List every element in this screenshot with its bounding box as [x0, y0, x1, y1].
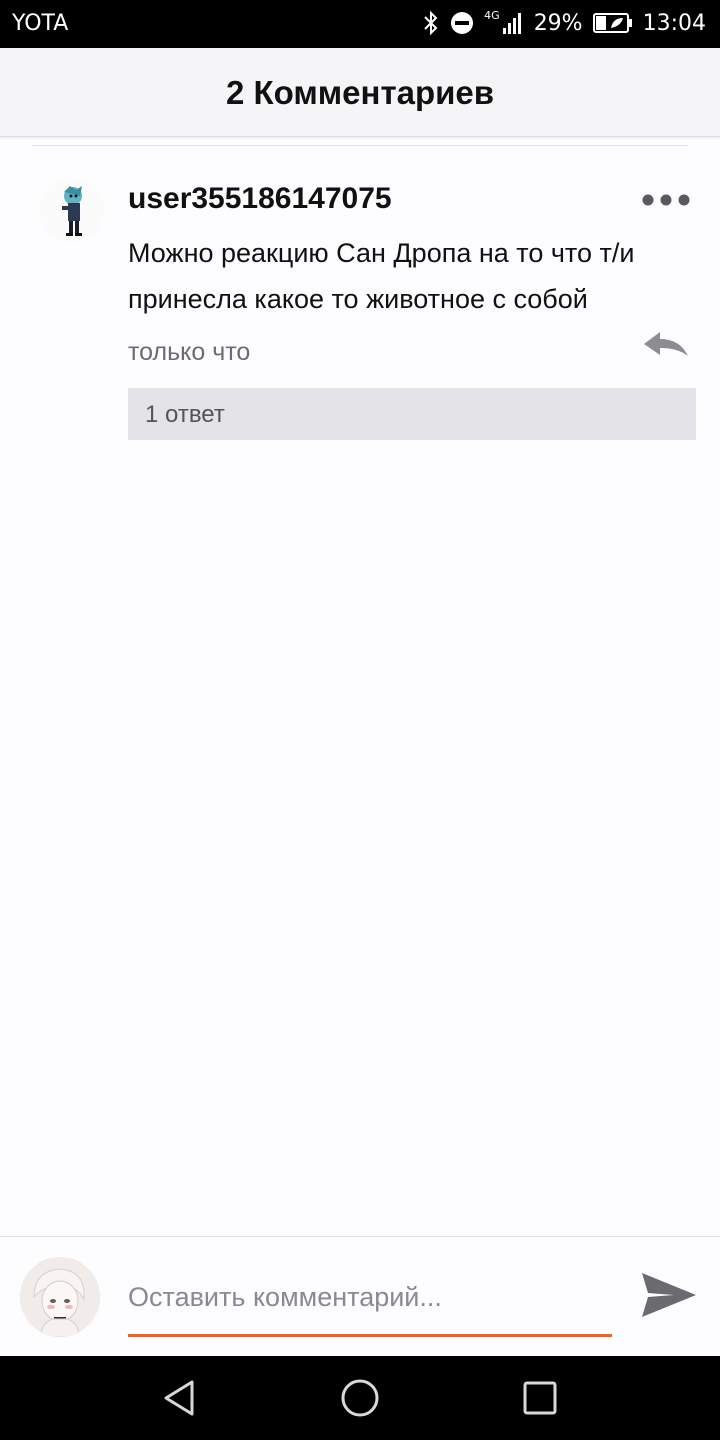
carrier-label: YOTA	[12, 11, 69, 36]
comment-composer	[0, 1236, 720, 1357]
status-icons: 4G 29% 13:04	[422, 8, 706, 36]
page-title: 2 Комментариев	[225, 74, 495, 111]
clock: 13:04	[642, 10, 706, 36]
recents-icon[interactable]	[518, 1376, 562, 1420]
signal-icon	[502, 13, 521, 34]
current-user-avatar	[20, 1257, 100, 1337]
dnd-icon	[451, 12, 474, 34]
avatar[interactable]	[40, 178, 104, 242]
home-icon[interactable]	[338, 1376, 382, 1420]
comment-username[interactable]: user355186147075	[128, 182, 392, 216]
reply-icon[interactable]	[642, 330, 690, 362]
comments-header: 2 Комментариев	[0, 48, 720, 137]
avatar-image	[40, 178, 104, 242]
network-type-label: 4G	[484, 8, 500, 22]
comment-text: Можно реакцию Сан Дропа на то что т/и пр…	[128, 238, 635, 314]
back-icon[interactable]	[158, 1376, 202, 1420]
avatar-image	[20, 1257, 100, 1337]
view-replies-button[interactable]: 1 ответ	[128, 388, 696, 440]
comment-timestamp: только что	[128, 338, 251, 366]
replies-label: 1 ответ	[145, 401, 225, 428]
battery-percent: 29%	[533, 10, 583, 36]
battery-icon	[592, 13, 632, 33]
system-nav-bar	[0, 1356, 720, 1440]
bluetooth-icon	[424, 10, 438, 36]
status-bar: YOTA 4G 29% 13:04	[0, 0, 720, 48]
input-underline	[128, 1334, 612, 1337]
comment-input[interactable]	[128, 1263, 612, 1331]
divider	[32, 145, 688, 146]
more-icon[interactable]	[640, 186, 692, 214]
send-icon[interactable]	[640, 1267, 698, 1323]
